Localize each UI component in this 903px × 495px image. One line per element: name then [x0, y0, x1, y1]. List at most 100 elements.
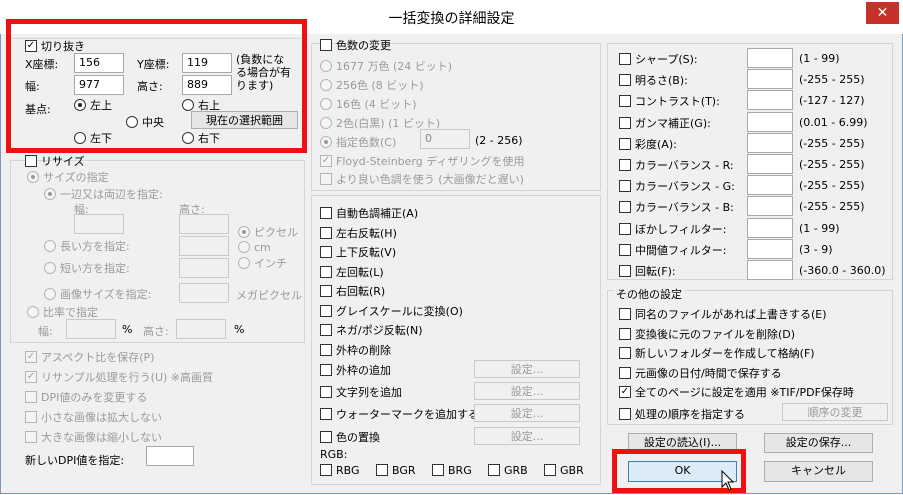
rot-left-row[interactable]: 左回転(L): [320, 264, 384, 280]
flip-h-row[interactable]: 左右反転(H): [320, 225, 397, 241]
negative-row[interactable]: ネガ/ポジ反転(N): [320, 322, 423, 338]
all-pages-row[interactable]: ✓ 全てのページに設定を適用 ※TIF/PDF保存時: [619, 384, 854, 400]
longer-option[interactable]: 長い方を指定:: [44, 238, 130, 254]
resize-checkbox[interactable]: [25, 155, 37, 167]
adjust-input[interactable]: [747, 48, 793, 68]
resample-checkbox[interactable]: ✓: [25, 371, 37, 383]
radio-image-size[interactable]: [44, 288, 56, 300]
no-enlarge-row[interactable]: 小さな画像は拡大しない: [25, 409, 162, 425]
radio-ratio[interactable]: [27, 306, 39, 318]
dither-row[interactable]: ✓ Floyd-Steinberg ディザリングを使用: [320, 153, 524, 169]
radio-one-or-both[interactable]: [44, 188, 56, 200]
adjust-row[interactable]: カラーバランス - G:: [619, 178, 735, 194]
adjust-row[interactable]: コントラスト(T):: [619, 93, 720, 109]
add-frame-row[interactable]: 外枠の追加: [320, 362, 391, 378]
radio-256[interactable]: [320, 79, 332, 91]
longer-input[interactable]: [179, 236, 229, 256]
rgb-option-bgr[interactable]: BGR: [376, 463, 416, 477]
adjust-input[interactable]: [747, 239, 793, 259]
adjust-row[interactable]: シャープ(S):: [619, 51, 698, 67]
delete-orig-checkbox[interactable]: [619, 328, 631, 340]
auto-color-checkbox[interactable]: [320, 207, 332, 219]
adjust-row[interactable]: ぼかしフィルター:: [619, 221, 727, 237]
adjust-input[interactable]: [747, 90, 793, 110]
flip-h-checkbox[interactable]: [320, 227, 332, 239]
radio-unit-cm[interactable]: [238, 241, 250, 253]
no-shrink-checkbox[interactable]: [25, 431, 37, 443]
watermark-row[interactable]: ウォーターマークを追加する(W): [320, 406, 498, 422]
negative-checkbox[interactable]: [320, 324, 332, 336]
adjust-input[interactable]: [747, 175, 793, 195]
no-shrink-row[interactable]: 大きな画像は縮小しない: [25, 429, 162, 445]
rgb-checkbox-gbr[interactable]: [544, 464, 556, 476]
add-text-checkbox[interactable]: [320, 386, 332, 398]
rgb-checkbox-rbg[interactable]: [320, 464, 332, 476]
resize-height-input[interactable]: [179, 214, 229, 234]
remove-frame-row[interactable]: 外枠の削除: [320, 342, 391, 358]
better-tone-row[interactable]: より良い色調を使う (大画像だと遅い): [320, 171, 524, 187]
rot-right-checkbox[interactable]: [320, 285, 332, 297]
resample-row[interactable]: ✓ リサンプル処理を行う(U) ※高画質: [25, 369, 213, 385]
rot-right-row[interactable]: 右回転(R): [320, 283, 385, 299]
delete-orig-row[interactable]: 変換後に元のファイルを削除(D): [619, 326, 795, 342]
adjust-input[interactable]: [747, 133, 793, 153]
colors-checkbox-row[interactable]: 色数の変更: [320, 37, 391, 53]
ratio-width-input[interactable]: [66, 319, 116, 339]
adjust-row[interactable]: 明るさ(B):: [619, 72, 688, 88]
image-size-input[interactable]: [179, 283, 229, 303]
radio-unit-px[interactable]: [238, 226, 250, 238]
rgb-option-brg[interactable]: BRG: [432, 463, 472, 477]
dither-checkbox[interactable]: ✓: [320, 155, 332, 167]
adjust-row[interactable]: 中間値フィルター:: [619, 242, 727, 258]
adjust-row[interactable]: カラーバランス - R:: [619, 157, 734, 173]
image-size-option[interactable]: 画像サイズを指定:: [44, 286, 151, 302]
replace-color-settings-button[interactable]: 設定...: [474, 427, 580, 445]
watermark-checkbox[interactable]: [320, 408, 332, 420]
keep-date-checkbox[interactable]: [619, 367, 631, 379]
new-folder-checkbox[interactable]: [619, 347, 631, 359]
watermark-settings-button[interactable]: 設定...: [474, 404, 580, 422]
grayscale-checkbox[interactable]: [320, 305, 332, 317]
all-pages-checkbox[interactable]: ✓: [619, 386, 631, 398]
keep-date-row[interactable]: 元画像の日付/時間で保存する: [619, 365, 782, 381]
rgb-checkbox-bgr[interactable]: [376, 464, 388, 476]
color-16-option[interactable]: 16色 (4 ビット): [320, 96, 417, 112]
add-text-settings-button[interactable]: 設定...: [474, 382, 580, 400]
keep-aspect-checkbox[interactable]: ✓: [25, 351, 37, 363]
radio-custom[interactable]: [320, 136, 332, 148]
custom-colors-input[interactable]: 0: [420, 129, 470, 149]
adjust-row[interactable]: 回転(F):: [619, 263, 676, 279]
resize-checkbox-row[interactable]: リサイズ: [25, 153, 85, 169]
cancel-button[interactable]: キャンセル: [764, 461, 873, 482]
radio-size-spec[interactable]: [27, 171, 39, 183]
color-256-option[interactable]: 256色 (8 ビット): [320, 77, 424, 93]
flip-v-row[interactable]: 上下反転(V): [320, 244, 396, 260]
radio-16[interactable]: [320, 98, 332, 110]
radio-1677[interactable]: [320, 60, 332, 72]
rgb-option-rbg[interactable]: RBG: [320, 463, 360, 477]
radio-unit-inch[interactable]: [238, 257, 250, 269]
rgb-option-gbr[interactable]: GBR: [544, 463, 584, 477]
add-text-row[interactable]: 文字列を追加: [320, 384, 402, 400]
remove-frame-checkbox[interactable]: [320, 344, 332, 356]
resize-width-input[interactable]: [74, 214, 124, 234]
adjust-checkbox[interactable]: [619, 223, 631, 235]
keep-aspect-row[interactable]: ✓ アスペクト比を保存(P): [25, 349, 154, 365]
unit-inch-option[interactable]: インチ: [238, 255, 287, 271]
ratio-height-input[interactable]: [176, 319, 226, 339]
adjust-input[interactable]: [747, 196, 793, 216]
adjust-input[interactable]: [747, 154, 793, 174]
order-row[interactable]: 処理の順序を指定する: [619, 406, 745, 422]
adjust-checkbox[interactable]: [619, 53, 631, 65]
radio-2[interactable]: [320, 117, 332, 129]
add-frame-settings-button[interactable]: 設定...: [474, 360, 580, 378]
ratio-option[interactable]: 比率で指定: [27, 304, 98, 320]
better-tone-checkbox[interactable]: [320, 173, 332, 185]
size-spec-option[interactable]: サイズの指定: [27, 169, 109, 185]
adjust-checkbox[interactable]: [619, 95, 631, 107]
adjust-checkbox[interactable]: [619, 117, 631, 129]
adjust-checkbox[interactable]: [619, 180, 631, 192]
save-settings-button[interactable]: 設定の保存...: [764, 433, 873, 453]
adjust-input[interactable]: [747, 69, 793, 89]
dpi-only-checkbox[interactable]: [25, 391, 37, 403]
